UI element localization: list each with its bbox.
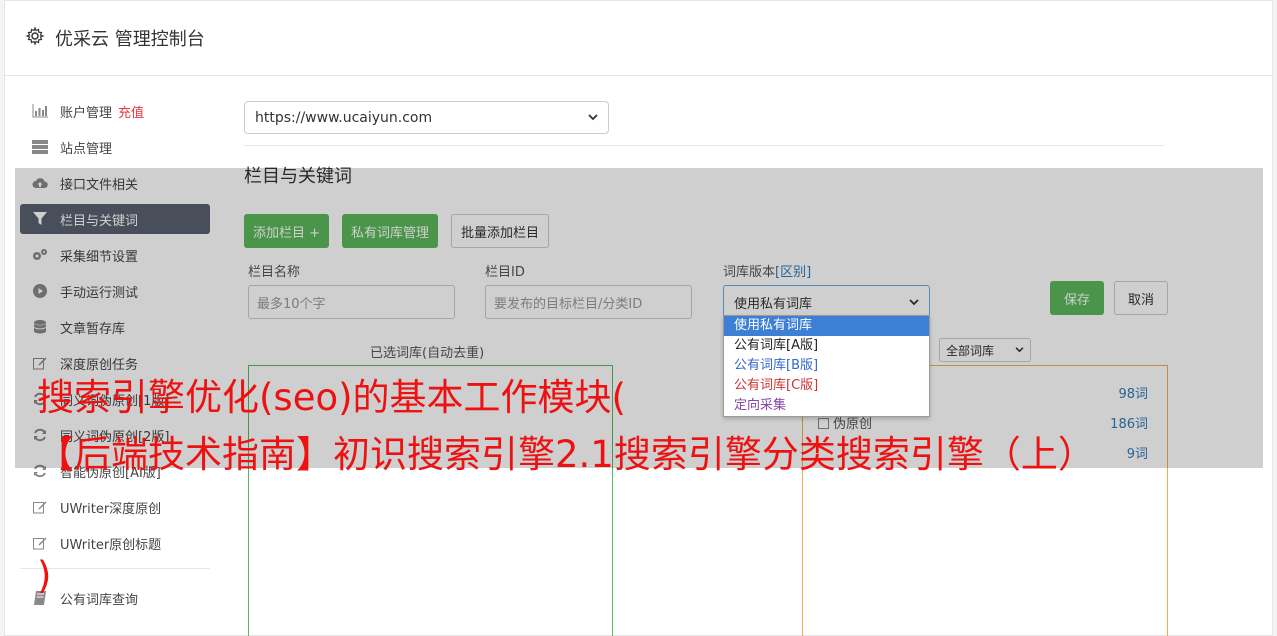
dropdown-option[interactable]: 使用私有词库 — [724, 316, 929, 336]
overlay-headline-1: 搜索引擎优化(seo)的基本工作模块( — [37, 376, 626, 419]
divider — [244, 145, 1164, 146]
site-select[interactable]: https://www.ucaiyun.com — [244, 101, 609, 134]
sidebar-item-label: UWriter深度原创 — [60, 501, 162, 517]
dropdown-option[interactable]: 定向采集 — [724, 396, 929, 416]
overlay-headline-3: ) — [37, 554, 52, 597]
gray-overlay — [15, 168, 1263, 468]
header: 优采云 管理控制台 — [5, 1, 1272, 76]
chevron-down-icon — [588, 114, 598, 121]
sidebar-item-uwriter-deep[interactable]: UWriter深度原创 — [20, 492, 210, 522]
dropdown-option[interactable]: 公有词库[A版] — [724, 336, 929, 356]
site-select-value: https://www.ucaiyun.com — [255, 109, 433, 126]
server-icon — [32, 139, 48, 155]
bar-chart-icon — [32, 103, 48, 119]
overlay-headline-2: 【后端技术指南】初识搜索引擎2.1搜索引擎分类搜索引擎（上） — [37, 433, 1095, 476]
dropdown-option[interactable]: 公有词库[C版] — [724, 376, 929, 396]
page-title: 优采云 管理控制台 — [55, 29, 205, 50]
lib-version-dropdown: 使用私有词库 公有词库[A版] 公有词库[B版] 公有词库[C版] 定向采集 — [723, 315, 930, 417]
edit-icon — [32, 499, 48, 515]
gear-icon — [25, 26, 45, 46]
sidebar-item-label: 站点管理 — [60, 141, 113, 157]
sidebar-item-label: 账户管理 — [60, 105, 113, 121]
dropdown-option[interactable]: 公有词库[B版] — [724, 356, 929, 376]
sidebar-item-label: 公有词库查询 — [60, 592, 139, 608]
edit-icon — [32, 535, 48, 551]
sidebar-item-sites[interactable]: 站点管理 — [20, 132, 210, 162]
recharge-link[interactable]: 充值 — [118, 102, 144, 121]
sidebar-item-label: UWriter原创标题 — [60, 537, 162, 553]
sidebar-item-account[interactable]: 账户管理 充值 — [20, 96, 210, 126]
